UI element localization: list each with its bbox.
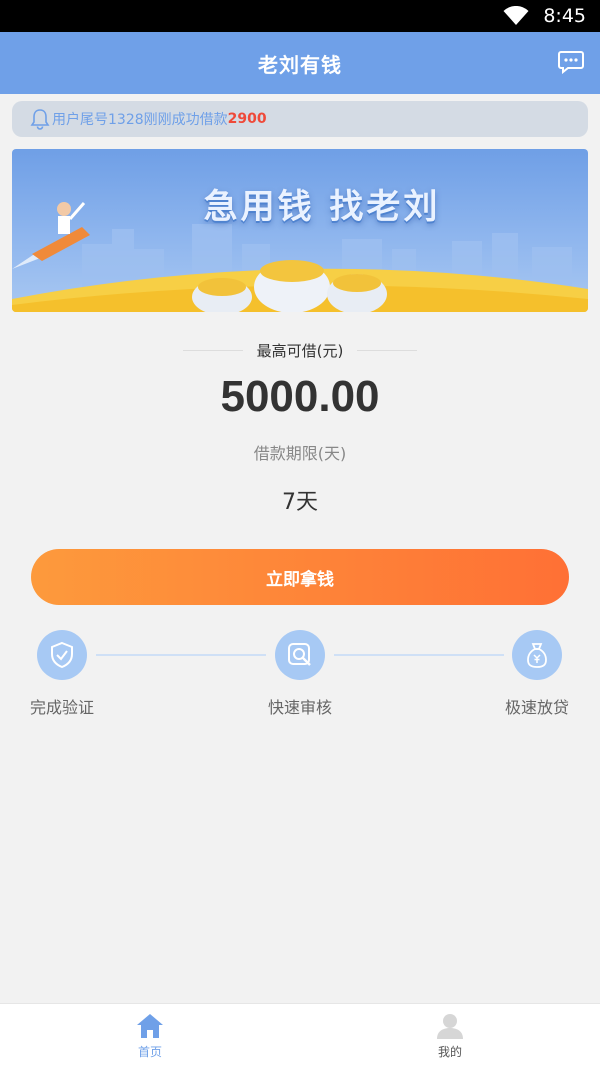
max-loan-amount: 5000.00	[220, 372, 380, 421]
step-review-label: 快速审核	[267, 698, 332, 717]
app-header: 老刘有钱	[0, 32, 600, 94]
max-loan-label: 最高可借(元)	[256, 341, 344, 360]
notice-text: 用户尾号1328刚刚成功借款	[52, 112, 228, 128]
loan-notice-bar: 用户尾号1328刚刚成功借款 2900	[12, 101, 588, 137]
get-money-button[interactable]: 立即拿钱	[31, 549, 569, 605]
step-disburse-label: 极速放贷	[504, 698, 569, 717]
loan-term-value: 7天	[282, 490, 318, 515]
wifi-icon	[503, 6, 529, 25]
page-title: 老刘有钱	[258, 52, 342, 77]
step-review: 快速审核	[240, 630, 360, 718]
money-bag-icon	[527, 643, 547, 668]
divider-left	[182, 349, 243, 351]
step-review-badge	[275, 630, 325, 680]
bell-icon	[30, 109, 50, 130]
tab-home[interactable]: 首页	[110, 1012, 190, 1060]
banner-slogan: 急用钱 找老刘	[203, 187, 441, 227]
tab-mine-label: 我的	[437, 1045, 462, 1059]
notice-amount: 2900	[227, 111, 267, 127]
status-bar: 8:45	[0, 0, 600, 32]
shield-check-icon	[51, 641, 73, 669]
step-verify: 完成验证	[2, 630, 122, 718]
step-verify-badge	[37, 630, 87, 680]
loan-term-label: 借款期限(天)	[253, 444, 347, 463]
promo-banner[interactable]: 急用钱 找老刘	[12, 149, 588, 312]
tab-home-label: 首页	[137, 1045, 162, 1059]
tab-mine[interactable]: 我的	[410, 1012, 490, 1060]
chat-bubble-icon[interactable]	[558, 50, 584, 74]
step-disburse: 极速放贷	[477, 630, 597, 718]
divider-right	[357, 349, 418, 351]
bottom-tab-bar: 首页 我的	[0, 1003, 600, 1067]
home-icon	[137, 1014, 163, 1038]
search-review-icon	[288, 643, 311, 666]
step-verify-label: 完成验证	[29, 698, 94, 717]
status-time: 8:45	[543, 5, 586, 27]
max-loan-label-row: 最高可借(元)	[0, 338, 600, 362]
banner-illustration	[12, 202, 588, 312]
user-icon	[437, 1014, 463, 1039]
step-disburse-badge	[512, 630, 562, 680]
